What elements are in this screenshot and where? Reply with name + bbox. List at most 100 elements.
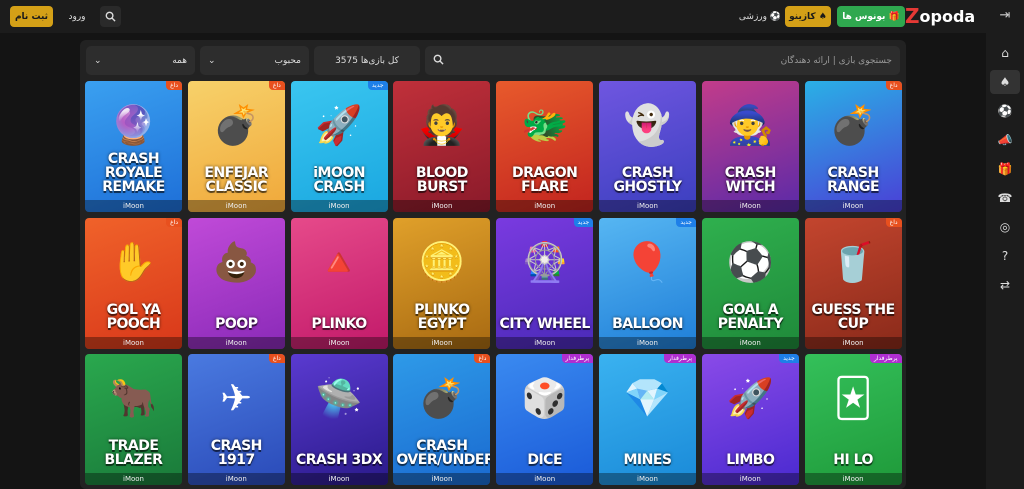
- game-provider: iMoon: [804, 200, 902, 212]
- game-provider: iMoon: [85, 200, 182, 212]
- game-title: DRAGON FLARE: [512, 165, 578, 195]
- chevron-down-icon: ⌄: [208, 55, 216, 66]
- game-card[interactable]: 🚀 جدید iMOON CRASH iMoon: [290, 81, 388, 212]
- game-card[interactable]: 🥤 داغ GUESS THE CUP iMoon: [804, 217, 902, 349]
- game-provider: iMoon: [290, 473, 388, 485]
- gift-icon: 🎁: [888, 11, 900, 22]
- game-card[interactable]: 💎 پرطرفدار MINES iMoon: [599, 354, 696, 485]
- gift-icon[interactable]: 🎁: [990, 157, 1020, 181]
- game-provider: iMoon: [804, 336, 902, 349]
- sort-dropdown[interactable]: ⌄ محبوب: [200, 46, 309, 75]
- game-card[interactable]: 🚀 جدید LIMBO iMoon: [701, 354, 799, 485]
- game-title: HI LO: [833, 452, 873, 468]
- game-card[interactable]: 🐂 TRADE BLAZER iMoon: [85, 354, 182, 485]
- game-provider: iMoon: [393, 473, 491, 485]
- game-badge: پرطرفدار: [561, 354, 594, 363]
- game-card[interactable]: ✋ داغ GOL YA POOCH iMoon: [85, 217, 182, 349]
- game-card[interactable]: 💣 داغ CRASH OVER/UNDER iMoon: [393, 354, 491, 485]
- game-card[interactable]: 🎈 جدید BALLOON iMoon: [599, 217, 696, 349]
- casino-button[interactable]: کازینو ♠: [785, 6, 831, 27]
- game-search-input[interactable]: جستجوی بازی | ارائه دهندگان: [425, 46, 900, 75]
- game-title: CRASH 1917: [210, 438, 263, 468]
- chevron-down-icon: ⌄: [94, 55, 102, 66]
- bonus-label: بونوس ها: [842, 11, 886, 22]
- game-provider: iMoon: [290, 336, 388, 349]
- game-title: PLINKO EGYPT: [414, 301, 470, 332]
- game-icon: 💣: [212, 103, 260, 147]
- game-provider: iMoon: [187, 200, 285, 212]
- game-title: LIMBO: [726, 452, 775, 468]
- game-card[interactable]: 🛸 CRASH 3DX iMoon: [290, 354, 388, 485]
- game-badge: جدید: [573, 217, 594, 227]
- provider-filter-label: همه: [172, 55, 187, 66]
- help-icon[interactable]: ?: [990, 244, 1020, 268]
- game-title: GUESS THE CUP: [811, 301, 896, 332]
- game-badge: داغ: [166, 81, 182, 90]
- logo-letter: Z: [905, 4, 920, 28]
- logo[interactable]: Zopoda: [905, 4, 975, 28]
- game-title: CRASH 3DX: [295, 452, 383, 468]
- game-provider: iMoon: [496, 336, 594, 349]
- game-card[interactable]: ✈ داغ CRASH 1917 iMoon: [187, 354, 285, 485]
- game-provider: iMoon: [393, 336, 491, 349]
- game-card[interactable]: 🎡 جدید CITY WHEEL iMoon: [496, 217, 594, 349]
- game-card[interactable]: ⚽ GOAL A PENALTY iMoon: [701, 217, 799, 349]
- spade-icon[interactable]: ♠: [990, 70, 1020, 94]
- game-card[interactable]: 🪙 PLINKO EGYPT iMoon: [393, 217, 491, 349]
- game-icon: 🚀: [726, 376, 774, 420]
- game-icon: 🪙: [418, 239, 466, 284]
- game-card[interactable]: 🃏 پرطرفدار HI LO iMoon: [804, 354, 902, 485]
- game-icon: 🎈: [623, 239, 672, 284]
- game-title: CRASH RANGE: [827, 165, 880, 195]
- sport-button[interactable]: ورزشی ⚽: [738, 6, 782, 27]
- game-title: CITY WHEEL: [499, 315, 591, 332]
- game-card[interactable]: 💣 داغ ENFEJAR CLASSIC iMoon: [187, 81, 285, 212]
- exchange-icon[interactable]: ⇄: [990, 273, 1020, 297]
- game-card[interactable]: 🔺 PLINKO iMoon: [290, 217, 388, 349]
- game-icon: ⚽: [726, 239, 774, 284]
- game-badge: داغ: [474, 354, 491, 363]
- game-title: TRADE BLAZER: [104, 438, 163, 468]
- game-title: GOAL A PENALTY: [717, 301, 784, 332]
- support-icon[interactable]: ☎: [990, 186, 1020, 210]
- game-title: PLINKO: [311, 315, 367, 332]
- search-icon[interactable]: [100, 6, 121, 27]
- signup-button[interactable]: ثبت نام: [10, 6, 53, 27]
- game-badge: جدید: [779, 354, 799, 363]
- megaphone-icon[interactable]: 📣: [990, 128, 1020, 152]
- game-title: iMOON CRASH: [313, 165, 365, 195]
- game-card[interactable]: 🐲 DRAGON FLARE iMoon: [496, 81, 594, 212]
- game-card[interactable]: 🧙 CRASH WITCH iMoon: [701, 81, 799, 212]
- game-card[interactable]: 🧛 BLOOD BURST iMoon: [393, 81, 491, 212]
- game-card[interactable]: 👻 CRASH GHOSTLY iMoon: [599, 81, 696, 212]
- game-card[interactable]: 🔮 داغ CRASH ROYALE REMAKE iMoon: [85, 81, 182, 212]
- game-icon: 🔺: [315, 239, 363, 284]
- chip-icon[interactable]: ◎: [990, 215, 1020, 239]
- game-card[interactable]: 💩 POOP iMoon: [187, 217, 285, 349]
- game-provider: iMoon: [599, 200, 696, 212]
- game-title: BALLOON: [612, 315, 683, 332]
- game-provider: iMoon: [393, 200, 491, 212]
- provider-filter-dropdown[interactable]: ⌄ همه: [86, 46, 195, 75]
- login-button[interactable]: ورود: [62, 6, 92, 27]
- game-provider: iMoon: [701, 336, 799, 349]
- game-icon: 💎: [623, 376, 672, 420]
- game-card[interactable]: 💣 داغ CRASH RANGE iMoon: [804, 81, 902, 212]
- game-title: CRASH GHOSTLY: [613, 165, 682, 195]
- game-icon: 🔮: [109, 103, 158, 147]
- game-provider: iMoon: [496, 200, 594, 212]
- ball-icon[interactable]: ⚽: [990, 99, 1020, 123]
- spade-icon: ♠: [818, 11, 827, 22]
- game-icon: ✈: [220, 376, 253, 420]
- game-badge: داغ: [885, 81, 902, 90]
- game-card[interactable]: 🎲 پرطرفدار DICE iMoon: [496, 354, 594, 485]
- home-icon[interactable]: ⌂: [990, 41, 1020, 65]
- game-title: BLOOD BURST: [415, 165, 469, 195]
- collapse-sidebar-icon[interactable]: ⇥: [996, 8, 1014, 26]
- bonus-button[interactable]: بونوس ها 🎁: [837, 6, 905, 27]
- game-icon: 💣: [829, 103, 877, 147]
- ball-icon: ⚽: [769, 11, 782, 22]
- game-icon: 🐲: [521, 103, 569, 147]
- game-badge: پرطرفدار: [664, 354, 696, 363]
- game-badge: پرطرفدار: [869, 354, 902, 363]
